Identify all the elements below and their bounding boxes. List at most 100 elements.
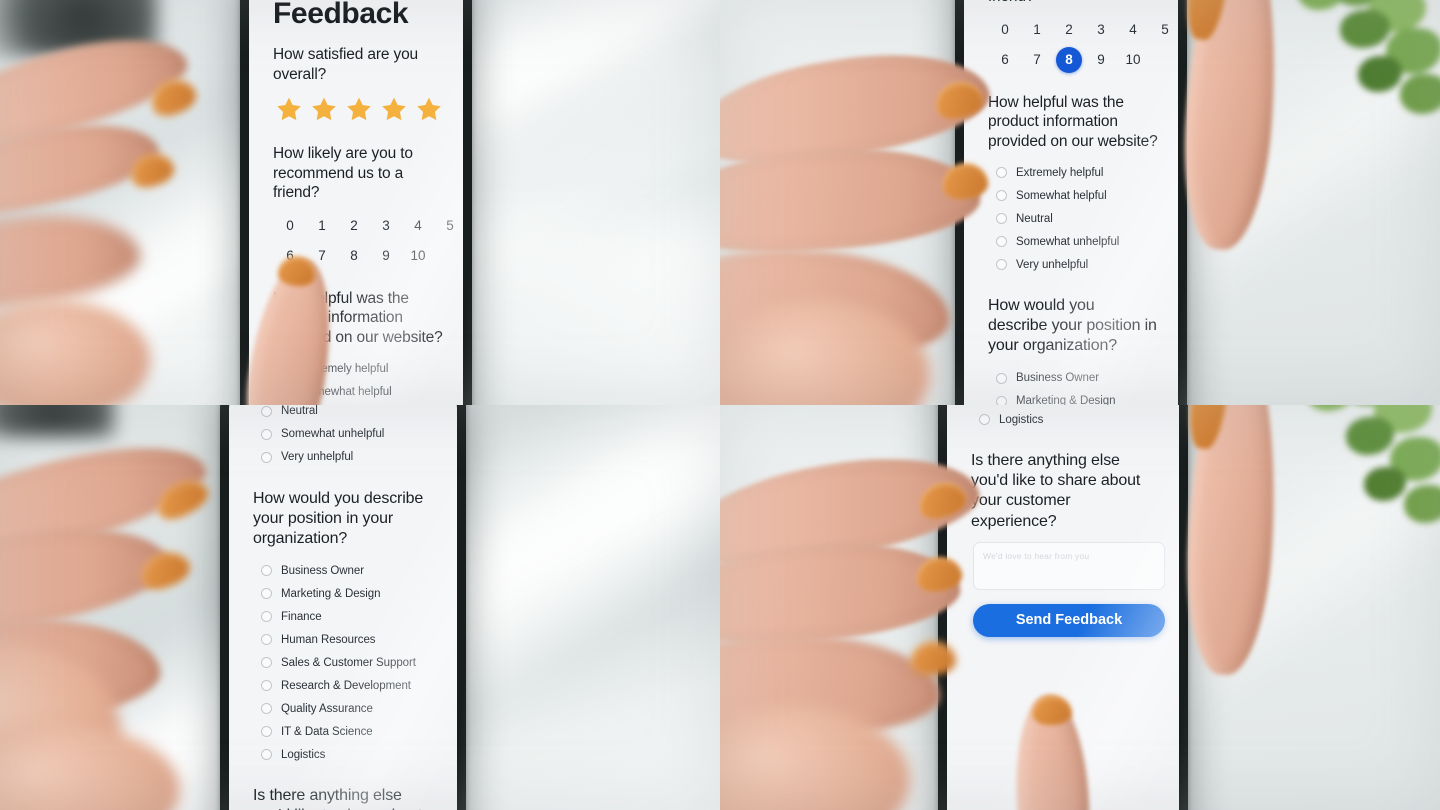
option-neutral[interactable]: Neutral <box>261 405 437 423</box>
option-very-unhelpful[interactable]: Very unhelpful <box>261 446 437 469</box>
phone-device: Feedback How satisfied are you overall? … <box>938 405 1188 810</box>
option-finance[interactable]: Finance <box>261 605 437 628</box>
option-label: Research & Development <box>281 679 411 692</box>
option-neutral[interactable]: Neutral <box>996 207 1158 230</box>
star-rating[interactable] <box>275 94 443 124</box>
question-position: How would you describe your position in … <box>253 489 424 547</box>
option-human-resources[interactable]: Human Resources <box>261 628 437 651</box>
radio-icon[interactable] <box>261 703 272 715</box>
radio-icon[interactable] <box>261 428 272 440</box>
plant-foliage <box>1220 0 1440 185</box>
helpfulness-options[interactable]: Extremely helpful Somewhat helpful Neutr… <box>996 161 1158 276</box>
option-label: Neutral <box>281 405 318 418</box>
nps-option-0[interactable]: 0 <box>992 17 1018 43</box>
nps-option-8-selected[interactable]: 8 <box>1056 46 1082 73</box>
star-icon[interactable] <box>345 94 373 124</box>
option-extremely-helpful[interactable]: Extremely helpful <box>996 161 1158 184</box>
nps-option-0[interactable]: 0 <box>277 213 303 239</box>
radio-icon[interactable] <box>261 657 272 669</box>
nps-option-1[interactable]: 1 <box>309 213 335 239</box>
radio-icon[interactable] <box>261 726 272 738</box>
radio-icon[interactable] <box>996 213 1007 225</box>
nps-option-5[interactable]: 5 <box>1152 17 1178 43</box>
nps-option-1[interactable]: 1 <box>1024 17 1050 43</box>
radio-icon[interactable] <box>261 405 272 417</box>
option-business-owner[interactable]: Business Owner <box>261 559 437 582</box>
option-label: Human Resources <box>281 633 376 646</box>
nps-option-10[interactable]: 10 <box>1120 47 1146 73</box>
phone-screen: Feedback How satisfied are you overall? … <box>249 0 463 405</box>
frame-top-right: Feedback How satisfied are you overall? … <box>720 0 1440 405</box>
nps-option-10[interactable]: 10 <box>405 243 431 269</box>
radio-icon[interactable] <box>996 167 1007 179</box>
option-sales-customer-support[interactable]: Sales & Customer Support <box>261 651 437 674</box>
nps-scale[interactable]: 0 1 2 3 4 5 6 7 8 9 10 <box>992 17 1178 73</box>
radio-icon[interactable] <box>281 363 292 375</box>
option-logistics[interactable]: Logistics <box>261 743 437 766</box>
radio-icon[interactable] <box>996 395 1007 405</box>
nps-option-6[interactable]: 6 <box>992 47 1018 73</box>
helpfulness-options[interactable]: Extremely helpful Somewhat helpful Neutr… <box>261 405 437 469</box>
option-somewhat-helpful[interactable]: Somewhat helpful <box>996 184 1158 207</box>
radio-icon[interactable] <box>261 611 272 623</box>
nps-option-5[interactable]: 5 <box>437 213 463 239</box>
frame-bottom-left: Feedback How satisfied are you overall? … <box>0 405 720 810</box>
star-icon[interactable] <box>310 94 338 124</box>
radio-icon[interactable] <box>996 190 1007 202</box>
radio-icon[interactable] <box>979 414 990 426</box>
position-options[interactable]: Business Owner Marketing & Design Financ… <box>261 559 437 766</box>
option-it-data-science[interactable]: IT & Data Science <box>261 720 437 743</box>
option-somewhat-unhelpful[interactable]: Somewhat unhelpful <box>996 230 1158 253</box>
radio-icon[interactable] <box>261 588 272 600</box>
question-recommend: How likely are you to recommend us to a … <box>273 145 413 202</box>
nps-option-7[interactable]: 7 <box>1024 47 1050 73</box>
helpfulness-options[interactable]: Extremely helpful Somewhat helpful Neutr… <box>281 357 443 405</box>
option-business-owner[interactable]: Business Owner <box>996 367 1158 390</box>
question-open-ended: Is there anything else you'd like to sha… <box>253 787 422 810</box>
option-somewhat-unhelpful[interactable]: Somewhat unhelpful <box>261 423 437 446</box>
nps-option-3[interactable]: 3 <box>373 213 399 239</box>
nps-option-2[interactable]: 2 <box>341 213 367 239</box>
nps-option-9[interactable]: 9 <box>373 243 399 269</box>
radio-icon[interactable] <box>996 372 1007 384</box>
nps-option-4[interactable]: 4 <box>405 213 431 239</box>
submit-feedback-button[interactable]: Send Feedback <box>973 603 1165 637</box>
position-options[interactable]: Business Owner Marketing & Design Financ… <box>996 367 1158 405</box>
option-extremely-helpful[interactable]: Extremely helpful <box>281 357 443 380</box>
position-options[interactable]: Business Owner Marketing & Design Financ… <box>979 405 1159 431</box>
question-open-ended: Is there anything else you'd like to sha… <box>971 452 1141 530</box>
nps-option-6[interactable]: 6 <box>277 243 303 269</box>
radio-icon[interactable] <box>261 634 272 646</box>
option-quality-assurance[interactable]: Quality Assurance <box>261 697 437 720</box>
question-recommend: How likely are you to recommend us to a … <box>988 0 1158 7</box>
radio-icon[interactable] <box>261 749 272 761</box>
radio-icon[interactable] <box>261 565 272 577</box>
star-icon[interactable] <box>275 94 303 124</box>
option-marketing-design[interactable]: Marketing & Design <box>261 582 437 605</box>
star-icon[interactable] <box>380 94 408 124</box>
radio-icon[interactable] <box>996 236 1007 248</box>
video-frame-grid: Feedback How satisfied are you overall? … <box>0 0 1440 810</box>
nps-option-2[interactable]: 2 <box>1056 17 1082 43</box>
radio-icon[interactable] <box>261 680 272 692</box>
radio-icon[interactable] <box>996 259 1007 271</box>
nps-option-4[interactable]: 4 <box>1120 17 1146 43</box>
option-logistics[interactable]: Logistics <box>979 408 1159 431</box>
option-research-development[interactable]: Research & Development <box>261 674 437 697</box>
option-label: Marketing & Design <box>1016 395 1116 405</box>
option-label: Somewhat unhelpful <box>1016 235 1120 248</box>
nps-option-7[interactable]: 7 <box>309 243 335 269</box>
option-somewhat-helpful[interactable]: Somewhat helpful <box>281 380 443 403</box>
nps-scale[interactable]: 0 1 2 3 4 5 6 7 8 9 10 <box>277 213 463 269</box>
star-icon[interactable] <box>415 94 443 124</box>
option-label: Extremely helpful <box>1016 166 1104 179</box>
nps-option-8[interactable]: 8 <box>341 243 367 269</box>
radio-icon[interactable] <box>261 451 272 463</box>
nps-option-9[interactable]: 9 <box>1088 47 1114 73</box>
comment-textarea[interactable]: We'd love to hear from you <box>973 541 1165 590</box>
nps-option-3[interactable]: 3 <box>1088 17 1114 43</box>
option-label: Very unhelpful <box>1016 258 1089 271</box>
radio-icon[interactable] <box>281 386 292 398</box>
option-very-unhelpful[interactable]: Very unhelpful <box>996 253 1158 276</box>
option-marketing-design[interactable]: Marketing & Design <box>996 390 1158 405</box>
